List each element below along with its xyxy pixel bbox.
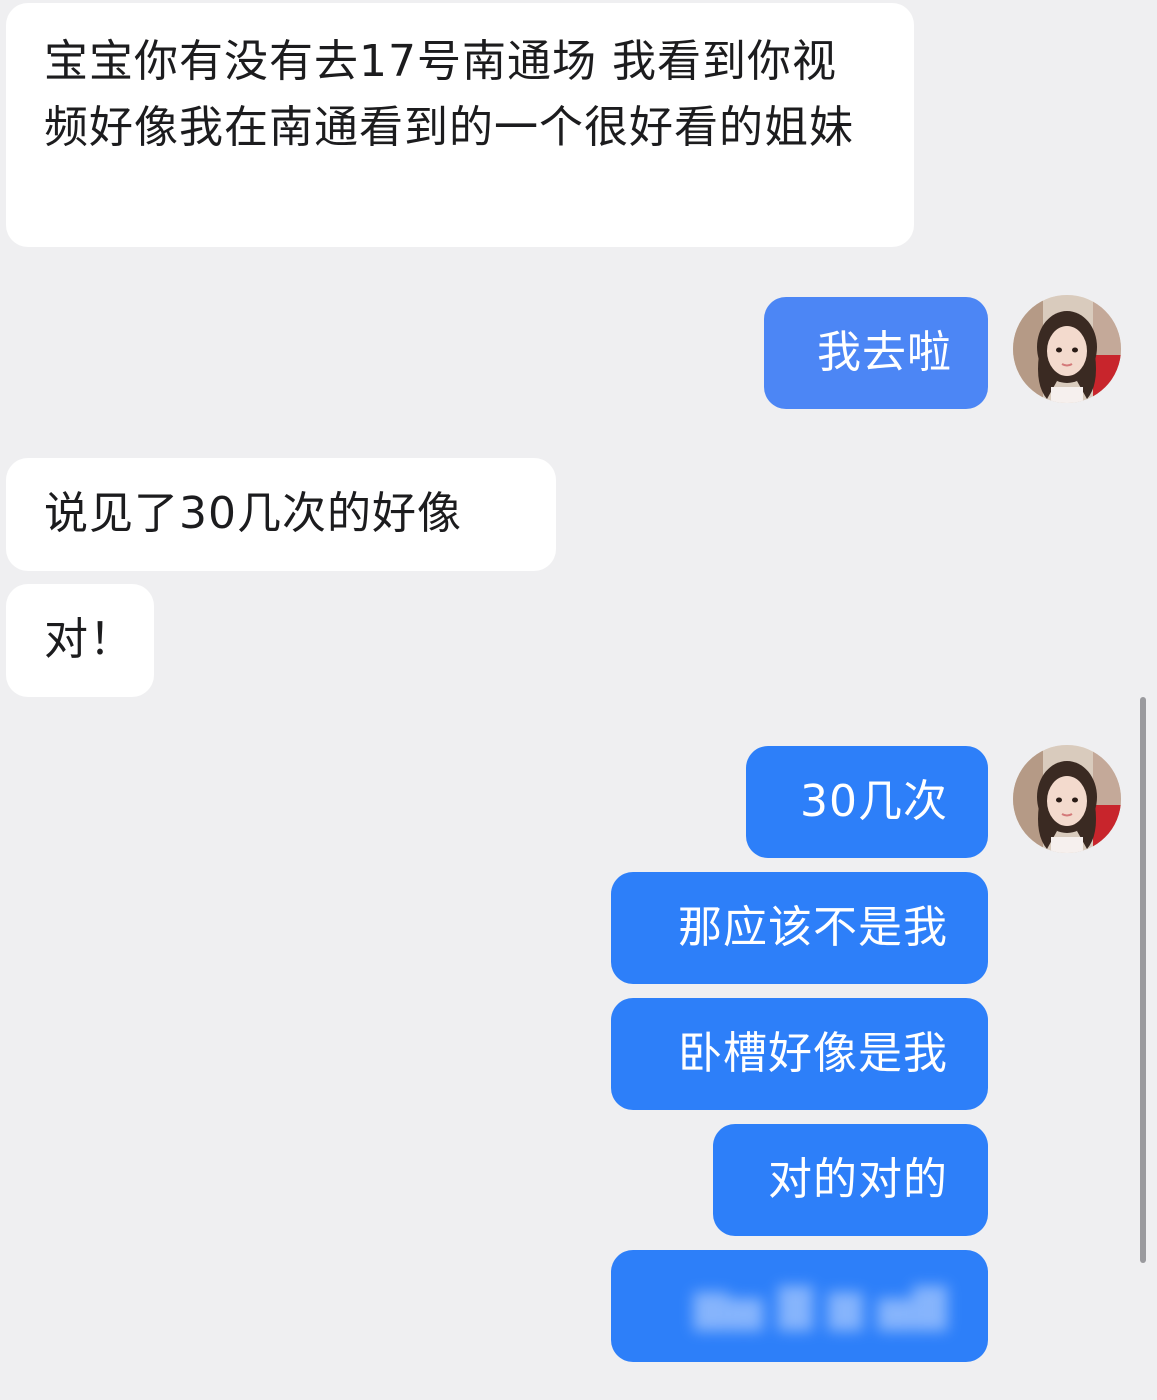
user-avatar-icon[interactable] [1013, 745, 1121, 853]
message-text: 对！ [44, 614, 134, 665]
message-text: 说见了30几次的好像 [44, 488, 462, 539]
message-text: 30几次 [800, 776, 948, 827]
chat-scrollbar[interactable] [1140, 697, 1146, 1263]
outgoing-message-bubble[interactable]: 30几次 [746, 746, 988, 858]
outgoing-message-bubble[interactable]: 对的对的 [713, 1124, 988, 1236]
message-text: 对的对的 [768, 1154, 948, 1205]
incoming-message-bubble[interactable]: 宝宝你有没有去17号南通场 我看到你视频好像我在南通看到的一个很好看的姐妹 [6, 3, 914, 247]
outgoing-message-bubble[interactable]: 我去啦 [764, 297, 988, 409]
message-text: 我去啦 [817, 327, 952, 378]
outgoing-message-bubble[interactable]: 那应该不是我 [611, 872, 988, 984]
avatar-portrait-icon [1013, 745, 1121, 853]
outgoing-message-bubble[interactable]: 卧槽好像是我 [611, 998, 988, 1110]
user-avatar-icon[interactable] [1013, 295, 1121, 403]
outgoing-message-bubble-blurred[interactable]: ▆▅ ▇ ▆ ▅▇ [611, 1250, 988, 1362]
avatar-portrait-icon [1013, 295, 1121, 403]
message-text: 宝宝你有没有去17号南通场 我看到你视频好像我在南通看到的一个很好看的姐妹 [44, 36, 854, 153]
message-text: 卧槽好像是我 [678, 1028, 948, 1079]
incoming-message-bubble[interactable]: 对！ [6, 584, 154, 697]
incoming-message-bubble[interactable]: 说见了30几次的好像 [6, 458, 556, 571]
blurred-message-text: ▆▅ ▇ ▆ ▅▇ [694, 1280, 948, 1331]
message-text: 那应该不是我 [678, 902, 948, 953]
